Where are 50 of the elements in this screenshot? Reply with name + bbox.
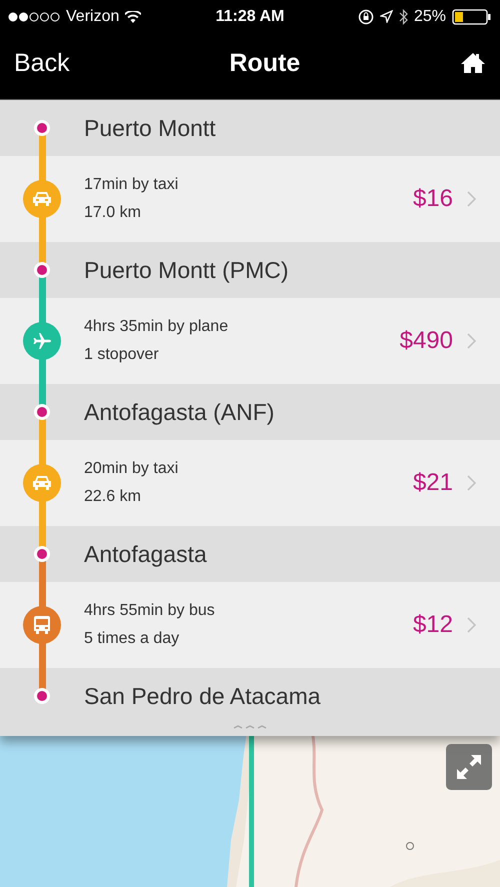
expand-icon bbox=[454, 752, 484, 782]
home-button[interactable] bbox=[460, 52, 486, 74]
stop-dot-icon bbox=[34, 688, 50, 704]
leg-price: $16 bbox=[412, 185, 453, 213]
chevron-icon bbox=[467, 617, 476, 633]
leg-duration: 20min by taxi bbox=[84, 460, 180, 478]
leg-price: $490 bbox=[400, 327, 453, 355]
rotation-lock-icon bbox=[358, 8, 374, 24]
nav-title: Route bbox=[229, 48, 300, 78]
stop-dot-icon bbox=[34, 546, 50, 562]
leg-duration: 4hrs 35min by plane bbox=[84, 318, 230, 336]
back-button[interactable]: Back bbox=[14, 48, 70, 78]
carrier-name: Verizon bbox=[66, 8, 120, 26]
wifi-icon bbox=[125, 10, 142, 22]
location-icon bbox=[380, 10, 393, 23]
expand-map-button[interactable] bbox=[446, 744, 492, 790]
leg-price: $21 bbox=[412, 469, 453, 497]
leg-details-button[interactable]: 4hrs 35min by plane 1 stopover $490 bbox=[84, 298, 500, 384]
stop-name: Puerto Montt (PMC) bbox=[84, 256, 288, 284]
home-icon bbox=[460, 52, 486, 74]
airplane-icon bbox=[32, 331, 52, 351]
leg-detail: 17.0 km bbox=[84, 204, 142, 222]
car-icon bbox=[32, 191, 52, 207]
battery-icon bbox=[452, 8, 492, 24]
stop-name: Puerto Montt bbox=[84, 114, 216, 142]
bluetooth-icon bbox=[398, 8, 408, 24]
chevron-icon bbox=[467, 333, 476, 349]
stop-dot-icon bbox=[34, 120, 50, 136]
leg-detail: 5 times a day bbox=[84, 630, 180, 648]
leg-duration: 4hrs 55min by bus bbox=[84, 602, 216, 620]
car-icon bbox=[32, 475, 52, 491]
battery-percent: 25% bbox=[414, 8, 446, 26]
leg-detail: 22.6 km bbox=[84, 488, 142, 506]
stop-name: Antofagasta (ANF) bbox=[84, 398, 274, 426]
stop-dot-icon bbox=[34, 404, 50, 420]
stop-dot-icon bbox=[34, 262, 50, 278]
drag-handle-icon bbox=[232, 724, 268, 730]
stop-name: Antofagasta bbox=[84, 540, 207, 568]
clock-time: 11:28 AM bbox=[216, 8, 284, 26]
chevron-icon bbox=[467, 475, 476, 491]
leg-details-button[interactable]: 4hrs 55min by bus 5 times a day $12 bbox=[84, 582, 500, 668]
stop-name: San Pedro de Atacama bbox=[84, 682, 321, 710]
leg-details-button[interactable]: 20min by taxi 22.6 km $21 bbox=[84, 440, 500, 526]
bus-icon bbox=[33, 615, 51, 635]
leg-details-button[interactable]: 17min by taxi 17.0 km $16 bbox=[84, 156, 500, 242]
leg-duration: 17min by taxi bbox=[84, 176, 180, 194]
chevron-icon bbox=[467, 191, 476, 207]
leg-detail: 1 stopover bbox=[84, 346, 160, 364]
leg-price: $12 bbox=[412, 611, 453, 639]
signal-icon bbox=[8, 12, 60, 22]
